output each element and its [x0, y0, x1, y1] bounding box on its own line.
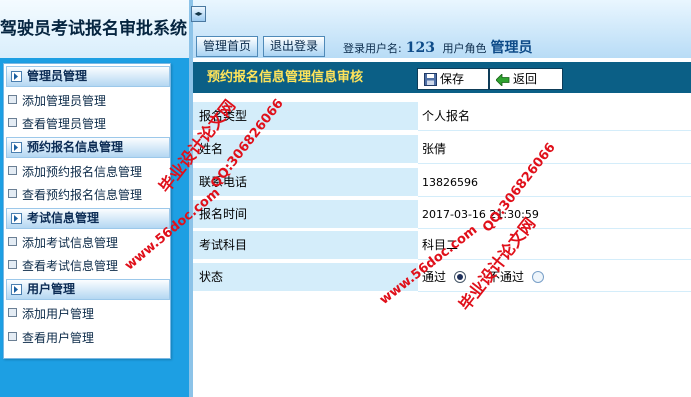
field-value: 个人报名 [418, 102, 691, 131]
app-title: 驾驶员考试报名审批系统 [0, 19, 187, 39]
status-radio-pass[interactable] [454, 271, 467, 283]
menu-section-icon [11, 284, 22, 295]
section-reservation-header[interactable]: 预约报名信息管理 [6, 137, 170, 158]
user-info: 登录用户名: 123 用户角色 管理员 [343, 37, 536, 57]
field-label: 考试科目 [193, 231, 418, 260]
field-value: 张倩 [418, 135, 691, 164]
section-admin-header[interactable]: 管理员管理 [6, 66, 170, 87]
field-label: 状态 [193, 263, 418, 292]
menu-item-label: 添加用户管理 [22, 307, 95, 321]
status-radio-group: 通过 不通过 [418, 263, 691, 292]
section-exam-header[interactable]: 考试信息管理 [6, 208, 170, 229]
field-value: 2017-03-16 21:30:59 [418, 200, 691, 229]
field-label: 姓名 [193, 135, 418, 164]
menu-section-icon [11, 71, 22, 82]
back-button-label: 返回 [513, 72, 538, 86]
page-title: 预约报名信息管理信息审核 [207, 70, 364, 85]
menu-item-label: 添加预约报名信息管理 [22, 165, 143, 179]
sidebar-menu: 管理员管理 添加管理员管理 查看管理员管理 预约报名信息管理 添加预约报名信息管… [3, 63, 171, 359]
bullet-icon [8, 332, 17, 341]
user-label: 登录用户名: [343, 42, 402, 55]
bullet-icon [8, 189, 17, 198]
form-row: 联系电话 13826596 [193, 168, 691, 198]
menu-item-label: 添加管理员管理 [22, 94, 107, 108]
page-title-bar: 预约报名信息管理信息审核 保存 返回 [193, 62, 691, 93]
menu-item-add-reservation[interactable]: 添加预约报名信息管理 [8, 163, 142, 181]
menu-section-icon [11, 213, 22, 224]
form-row: 报名类型 个人报名 [193, 102, 691, 132]
save-icon [424, 73, 437, 86]
user-role: 管理员 [490, 40, 533, 56]
section-user-title: 用户管理 [27, 282, 76, 296]
save-button[interactable]: 保存 [417, 68, 489, 90]
section-reservation-title: 预约报名信息管理 [27, 140, 124, 154]
header-left: 驾驶员考试报名审批系统 [0, 0, 189, 58]
bullet-icon [8, 118, 17, 127]
menu-item-view-admin[interactable]: 查看管理员管理 [8, 115, 106, 133]
menu-item-label: 查看预约报名信息管理 [22, 188, 143, 202]
bullet-icon [8, 260, 17, 269]
save-button-label: 保存 [440, 72, 465, 86]
form-row: 报名时间 2017-03-16 21:30:59 [193, 200, 691, 230]
sidebar: 管理员管理 添加管理员管理 查看管理员管理 预约报名信息管理 添加预约报名信息管… [0, 58, 189, 397]
menu-item-add-user[interactable]: 添加用户管理 [8, 305, 94, 323]
field-label: 报名类型 [193, 102, 418, 131]
field-label: 报名时间 [193, 200, 418, 229]
bullet-icon [8, 237, 17, 246]
bullet-icon [8, 308, 17, 317]
status-option-pass-label: 通过 [422, 270, 447, 284]
home-button[interactable]: 管理首页 [196, 36, 259, 57]
menu-item-add-exam[interactable]: 添加考试信息管理 [8, 234, 118, 252]
menu-item-label: 查看用户管理 [22, 331, 95, 345]
menu-item-view-reservation[interactable]: 查看预约报名信息管理 [8, 186, 142, 204]
field-value: 科目二 [418, 231, 691, 260]
menu-item-view-exam[interactable]: 查看考试信息管理 [8, 257, 118, 275]
status-option-fail-label: 不通过 [488, 270, 525, 284]
back-arrow-icon [496, 73, 510, 86]
field-label: 联系电话 [193, 168, 418, 197]
header-right: 管理首页 退出登录 登录用户名: 123 用户角色 管理员 [193, 0, 691, 58]
logout-button[interactable]: 退出登录 [263, 36, 326, 57]
sidebar-toggle-icon[interactable]: ◂▸ [191, 6, 206, 22]
menu-item-add-admin[interactable]: 添加管理员管理 [8, 92, 106, 110]
bullet-icon [8, 95, 17, 104]
section-admin-title: 管理员管理 [27, 69, 88, 83]
username: 123 [405, 40, 435, 56]
menu-item-label: 查看考试信息管理 [22, 259, 119, 273]
frame-divider[interactable] [189, 0, 193, 397]
section-user-header[interactable]: 用户管理 [6, 279, 170, 300]
form-row: 考试科目 科目二 [193, 231, 691, 261]
section-exam-title: 考试信息管理 [27, 211, 100, 225]
form-row-status: 状态 通过 不通过 [193, 263, 691, 293]
menu-item-label: 查看管理员管理 [22, 117, 107, 131]
back-button[interactable]: 返回 [489, 68, 563, 90]
form-row: 姓名 张倩 [193, 135, 691, 165]
menu-item-label: 添加考试信息管理 [22, 236, 119, 250]
status-radio-fail[interactable] [532, 271, 545, 283]
field-value: 13826596 [418, 168, 691, 197]
bullet-icon [8, 166, 17, 175]
menu-section-icon [11, 142, 22, 153]
menu-item-view-user[interactable]: 查看用户管理 [8, 329, 94, 347]
role-label: 用户角色 [442, 42, 487, 55]
